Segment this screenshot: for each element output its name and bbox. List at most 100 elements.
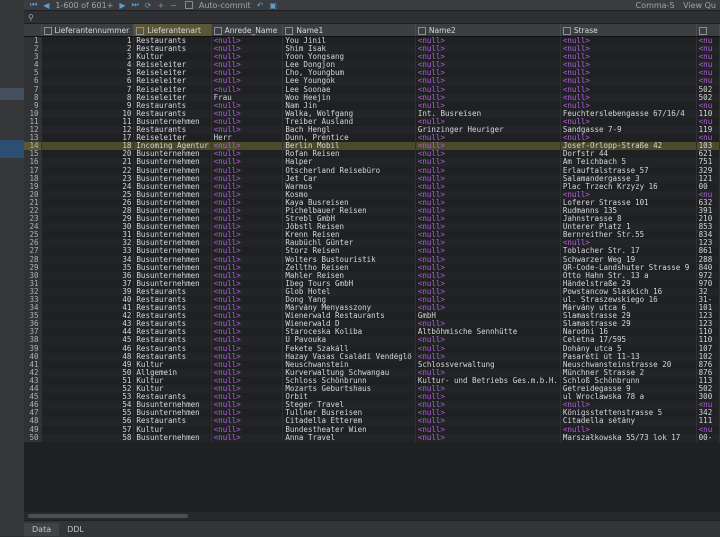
column-header[interactable]: Lieferantennummer [41,24,135,37]
table-cell[interactable]: Narodni 16 [560,328,697,337]
reload-icon[interactable]: ⟳ [145,1,152,10]
table-cell[interactable]: <null> [560,101,697,110]
table-cell[interactable]: <null> [211,368,284,377]
table-cell[interactable]: Busunternehmen [133,190,212,199]
table-cell[interactable]: Dohány utca 5 [560,344,697,353]
table-cell[interactable]: <null> [415,401,561,410]
table-cell[interactable]: 502 [696,385,720,394]
remove-row-icon[interactable]: − [170,1,177,10]
table-cell[interactable]: <null> [415,206,561,216]
table-cell[interactable]: 24 [41,182,135,191]
table-cell[interactable]: <null> [415,296,561,305]
table-cell[interactable]: <null> [415,231,561,240]
table-cell[interactable]: ul. Straszewskiego 16 [560,296,697,305]
table-row[interactable]: 1 1 Restaurants <null> You Jinil <null> <null>… [24,36,720,46]
table-cell[interactable]: <null> [211,36,284,46]
table-cell[interactable]: 31- [696,296,720,305]
table-cell[interactable]: <null> [211,215,284,224]
table-cell[interactable]: Walka, Wolfgang [282,109,416,118]
table-cell[interactable]: 876 [696,368,720,377]
table-cell[interactable]: 107 [696,344,720,353]
table-cell[interactable]: Am Teichbach 5 [560,158,697,167]
table-cell[interactable]: 4 [41,61,135,70]
table-row[interactable]: 14 18 Incoming Agentur <null> Berlin Mobil <n… [24,142,720,151]
table-cell[interactable]: Busunternehmen [133,215,212,224]
table-cell[interactable]: Bundestheater Wien [282,425,416,434]
add-row-icon[interactable]: + [157,1,164,10]
table-cell[interactable]: Kultur [133,385,212,394]
table-cell[interactable]: 25 [41,190,135,199]
table-cell[interactable]: <null> [415,53,561,62]
table-cell[interactable]: <null> [211,385,284,394]
table-cell[interactable]: Steger Travel [282,401,416,410]
table-cell[interactable]: <null> [211,304,284,313]
scrollbar-thumb[interactable] [28,514,188,518]
table-cell[interactable]: 123 [696,239,720,248]
table-cell[interactable]: <null> [415,85,561,94]
table-cell[interactable]: Rofan Reisen [282,150,416,159]
table-cell[interactable]: Toblacher Str. 17 [560,247,697,256]
table-row[interactable]: 25 31 Busunternehmen <null> Krenn Reisen <nul… [24,231,720,240]
table-cell[interactable]: Erlauftalstrasse 57 [560,166,697,175]
table-cell[interactable]: <null> [415,336,561,345]
table-cell[interactable]: Krenn Reisen [282,231,416,240]
table-cell[interactable]: 621 [696,150,720,159]
table-cell[interactable]: 3 [41,53,135,62]
table-cell[interactable]: Altböhmische Sennhütte [415,328,561,337]
table-cell[interactable]: 123 [696,320,720,329]
format-selector[interactable]: Comma-S [636,1,675,10]
table-row[interactable]: 23 29 Busunternehmen <null> Strebl GmbH <null… [24,215,720,224]
table-cell[interactable]: 834 [696,231,720,240]
table-row[interactable]: 19 24 Busunternehmen <null> Warmos <null> Plac… [24,182,720,191]
table-cell[interactable]: <null> [211,190,284,199]
table-cell[interactable]: Restaurants [133,328,212,337]
table-cell[interactable]: <nu [696,101,720,110]
table-cell[interactable]: Slamastrasse 29 [560,312,697,321]
last-page-icon[interactable]: ⏭ [132,0,139,10]
table-cell[interactable]: <null> [211,328,284,337]
table-cell[interactable]: <null> [415,45,561,54]
table-cell[interactable]: ul Wroclawska 78 a [560,393,697,402]
table-cell[interactable]: <nu [696,117,720,127]
table-cell[interactable]: 36 [41,271,135,280]
table-cell[interactable]: Münchner Strasse 2 [560,368,697,377]
table-cell[interactable]: <nu [696,36,720,46]
table-cell[interactable]: <null> [211,425,284,434]
table-cell[interactable]: Incoming Agentur [133,142,212,151]
table-cell[interactable]: <null> [415,255,561,264]
table-cell[interactable]: Neuschwansteinstrasse 20 [560,360,697,369]
table-cell[interactable]: 39 [41,287,135,296]
table-cell[interactable]: 876 [696,360,720,369]
table-cell[interactable]: Kultur [133,360,212,369]
table-row[interactable]: 50 58 Busunternehmen <null> Anna Travel <null… [24,433,720,442]
table-cell[interactable]: <null> [560,61,697,70]
table-cell[interactable]: 21 [41,158,135,167]
table-cell[interactable]: 26 [41,198,135,207]
table-cell[interactable]: Kultur [133,376,212,386]
table-row[interactable]: 20 25 Busunternehmen <null> Kosmo <null> <null… [24,190,720,199]
table-cell[interactable]: Kosmo [282,190,416,199]
table-cell[interactable]: Bernreither Str.55 [560,231,697,240]
table-cell[interactable]: Pasaréti út 11-13 [560,352,697,361]
table-cell[interactable]: <null> [415,142,561,151]
table-cell[interactable]: 110 [696,109,720,118]
table-cell[interactable]: 110 [696,328,720,337]
table-row[interactable]: 46 54 Busunternehmen <null> Steger Travel <nu… [24,401,720,410]
table-cell[interactable]: Jahnstrasse 8 [560,215,697,224]
table-row[interactable]: 48 56 Restaurants <null> Citadella Étterem <n… [24,417,720,426]
table-cell[interactable]: 22 [41,166,135,175]
table-cell[interactable]: 9 [41,101,135,110]
table-cell[interactable]: 970 [696,279,720,288]
table-cell[interactable]: Mahler Reisen [282,271,416,280]
table-cell[interactable]: 20 [41,150,135,159]
table-cell[interactable]: 50 [41,368,135,377]
table-row[interactable]: 41 49 Kultur <null> Neuschwanstein Schlossver… [24,360,720,369]
table-cell[interactable]: Dong Yang [282,296,416,305]
table-cell[interactable]: 00 [696,182,720,191]
table-row[interactable]: 45 53 Restaurants <null> Orbit <null> ul Wrocl… [24,393,720,402]
table-cell[interactable]: 33 [41,247,135,256]
table-row[interactable]: 3 3 Kultur <null> Yoon Yongsang <null> <null> <… [24,53,720,62]
table-row[interactable]: 4 4 Reiseleiter <null> Lee Dongjon <null> <nul… [24,61,720,70]
table-cell[interactable]: Nam Jin [282,101,416,110]
table-cell[interactable]: 6 [41,77,135,86]
